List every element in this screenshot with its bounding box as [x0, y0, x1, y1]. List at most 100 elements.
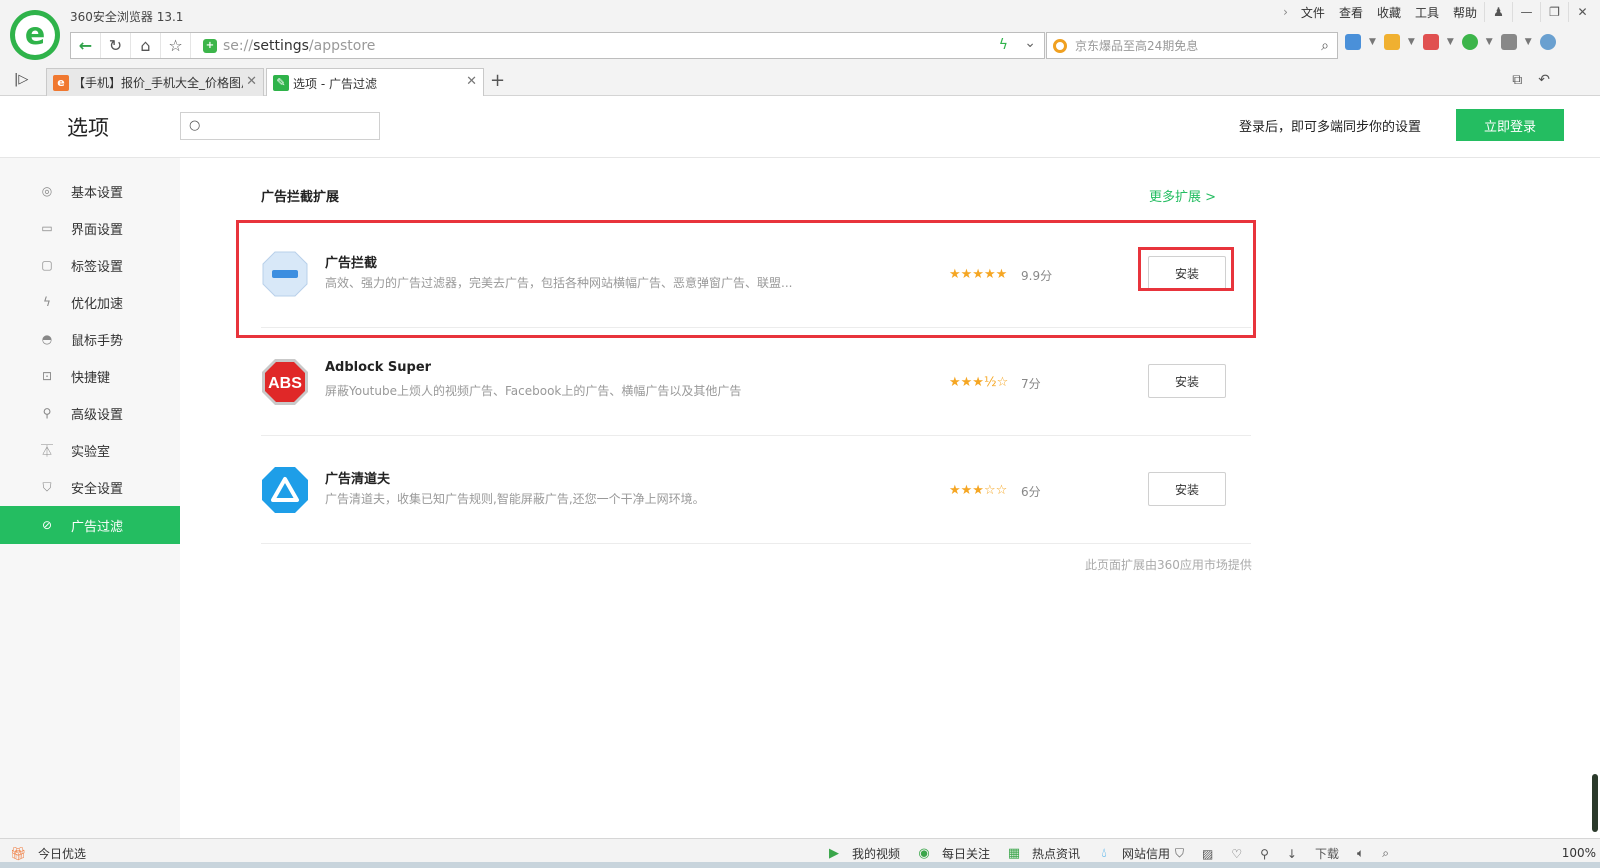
heartbeat-icon[interactable]: ♡	[1231, 847, 1242, 861]
volume-icon[interactable]: 🔈︎	[1357, 846, 1364, 861]
site-credit[interactable]: 💧︎ 网站信用	[1096, 845, 1170, 862]
window-icon: ▭	[41, 221, 53, 235]
lightning-icon: ϟ	[43, 295, 51, 309]
rating-stars: ★★★☆☆	[949, 483, 1008, 498]
menu-favorites[interactable]: 收藏	[1370, 4, 1408, 21]
settings-header: 选项 ○ 登录后，即可多端同步你的设置 立即登录	[0, 96, 1600, 158]
rating-score: 7分	[1021, 377, 1041, 391]
install-button[interactable]: 安装	[1148, 472, 1226, 506]
main-content: 广告拦截扩展 更多扩展 > 广告拦截 高效、强力的广告过滤器，完美去广告，包括各…	[180, 158, 1600, 838]
download-icon[interactable]: ↓	[1287, 847, 1297, 861]
close-icon[interactable]: ✕	[246, 74, 257, 89]
extension-description: 屏蔽Youtube上烦人的视频广告、Facebook上的广告、横幅广告以及其他广…	[325, 384, 742, 398]
sidebar-item-shortcuts[interactable]: ⊡ 快捷键	[0, 357, 180, 395]
pin-icon[interactable]: ⚲	[1260, 847, 1269, 861]
extension-item-adblock-super: ABS Adblock Super 屏蔽Youtube上烦人的视频广告、Face…	[261, 328, 1251, 436]
tab-label: 选项 - 广告过滤	[293, 76, 377, 91]
block-icon: ⊘	[41, 518, 53, 532]
chevron-right-icon[interactable]: ›	[1277, 5, 1294, 19]
sync-prompt: 登录后，即可多端同步你的设置	[1239, 120, 1422, 135]
play-circle-icon: ◉	[918, 845, 930, 861]
news-icon: ▦	[1007, 845, 1021, 861]
app-title: 360安全浏览器 13.1	[70, 10, 184, 24]
close-button[interactable]: ✕	[1568, 2, 1596, 22]
lightning-icon[interactable]: ϟ	[999, 37, 1008, 53]
address-bar[interactable]: ← ↻ ⌂ ☆ + se://settings/appstore ϟ ⌄	[70, 32, 1045, 59]
rating-score: 6分	[1021, 485, 1041, 499]
options-search-input[interactable]: ○	[180, 112, 380, 140]
sidebar-item-basic[interactable]: ◎ 基本设置	[0, 172, 180, 210]
zoom-icon[interactable]: ⌕	[1382, 846, 1389, 861]
extension-icon[interactable]	[1383, 34, 1400, 50]
today-picks[interactable]: 🎁︎ 今日优选	[10, 845, 86, 862]
star-icon[interactable]: ☆	[161, 33, 191, 58]
scrollbar-thumb[interactable]	[1592, 774, 1598, 832]
login-button[interactable]: 立即登录	[1456, 109, 1564, 141]
search-engine-icon[interactable]	[1053, 38, 1067, 53]
new-tab-button[interactable]: +	[490, 70, 505, 91]
hot-news[interactable]: ▦ 热点资讯	[1006, 845, 1080, 862]
back-arrow-icon[interactable]: ←	[71, 33, 101, 58]
abs-stop-sign-icon: ABS	[262, 359, 308, 405]
sidebar-item-tabs[interactable]: ▢ 标签设置	[0, 246, 180, 284]
sidebar-item-adblock[interactable]: ⊘ 广告过滤	[0, 506, 180, 544]
my-videos[interactable]: ▶ 我的视频	[826, 845, 900, 862]
url-text[interactable]: se://settings/appstore	[223, 38, 375, 54]
sidebar-item-optimize[interactable]: ϟ 优化加速	[0, 283, 180, 321]
shield-icon: ⛉	[42, 479, 52, 494]
sidebar-item-security[interactable]: ⛉ 安全设置	[0, 468, 180, 506]
settings-favicon-icon: ✎	[273, 75, 289, 91]
menu-tools[interactable]: 工具	[1408, 4, 1446, 21]
drop-icon: 💧︎	[1101, 845, 1107, 861]
video-icon: ▶	[829, 845, 839, 861]
extension-name: 广告清道夫	[325, 472, 391, 487]
sidebar-toggle-icon[interactable]: |▷	[14, 72, 28, 87]
menu-help[interactable]: 帮助	[1446, 4, 1484, 21]
sidebar-item-lab[interactable]: ⏄ 实验室	[0, 431, 180, 469]
search-icon[interactable]: ⌕	[1313, 38, 1337, 54]
install-button[interactable]: 安装	[1148, 364, 1226, 398]
apps-icon[interactable]	[1345, 34, 1361, 50]
site-favicon-icon: e	[53, 74, 69, 91]
home-icon[interactable]: ⌂	[131, 33, 161, 58]
maximize-button[interactable]: ❐	[1540, 2, 1568, 22]
tab-phone[interactable]: e 【手机】报价_手机大全_价格图片 ✕	[46, 68, 264, 96]
annotation-highlight-box	[236, 220, 1256, 338]
toolbar-extensions: ▼ ▼ ▼ ▼ ▼	[1345, 34, 1556, 50]
close-icon[interactable]: ✕	[466, 74, 477, 89]
minimize-button[interactable]: —	[1512, 2, 1540, 22]
magnifier-icon[interactable]	[1539, 34, 1556, 50]
web-search-placeholder: 京东爆品至高24期免息	[1075, 39, 1199, 53]
extension-item-ad-cleaner: 广告清道夫 广告清道夫，收集已知广告规则,智能屏蔽广告,还您一个干净上网环境。 …	[261, 436, 1251, 544]
taskbar-strip	[0, 862, 1600, 868]
download-label[interactable]: 下载	[1315, 845, 1339, 862]
settings-sidebar: ◎ 基本设置 ▭ 界面设置 ▢ 标签设置 ϟ 优化加速 ◓ 鼠标手势 ⊡ 快捷键 ⚲ 高级设置…	[0, 158, 180, 838]
undo-icon[interactable]: ↶	[1538, 72, 1550, 88]
chevron-down-icon[interactable]: ⌄	[1024, 35, 1036, 51]
tab-settings[interactable]: ✎ 选项 - 广告过滤 ✕	[266, 68, 484, 97]
section-title: 广告拦截扩展	[261, 190, 340, 205]
refresh-icon[interactable]: ↻	[101, 33, 131, 58]
image-icon[interactable]: ▨	[1202, 847, 1213, 861]
tab-label: 【手机】报价_手机大全_价格图片	[73, 76, 243, 90]
daily-follow[interactable]: ◉ 每日关注	[916, 845, 990, 862]
page-title: 选项	[67, 116, 109, 140]
translate-icon[interactable]	[1461, 34, 1478, 50]
pdf-icon[interactable]	[1422, 34, 1439, 50]
menu-view[interactable]: 查看	[1332, 4, 1370, 21]
sidebar-item-advanced[interactable]: ⚲ 高级设置	[0, 394, 180, 432]
shield-icon[interactable]: ⛉	[1175, 846, 1184, 861]
tab-strip: |▷ e 【手机】报价_手机大全_价格图片 ✕ ✎ 选项 - 广告过滤 ✕ + …	[0, 64, 1600, 97]
web-search-box[interactable]: 京东爆品至高24期免息 ⌕	[1046, 32, 1338, 59]
shirt-icon[interactable]: ♟	[1484, 2, 1512, 22]
zoom-level[interactable]: 100%	[1562, 846, 1596, 860]
keyboard-icon: ⊡	[41, 369, 53, 383]
more-extensions-link[interactable]: 更多扩展 >	[1149, 186, 1216, 205]
restore-tabs-icon[interactable]: ⧉	[1512, 72, 1522, 88]
sidebar-item-interface[interactable]: ▭ 界面设置	[0, 209, 180, 247]
browser-chrome: e 360安全浏览器 13.1 › 文件 查看 收藏 工具 帮助 ♟ — ❐ ✕…	[0, 0, 1600, 97]
sidebar-item-mouse[interactable]: ◓ 鼠标手势	[0, 320, 180, 358]
screenshot-icon[interactable]	[1500, 34, 1517, 50]
menu-file[interactable]: 文件	[1294, 4, 1332, 21]
extension-description: 广告清道夫，收集已知广告规则,智能屏蔽广告,还您一个干净上网环境。	[325, 492, 705, 506]
